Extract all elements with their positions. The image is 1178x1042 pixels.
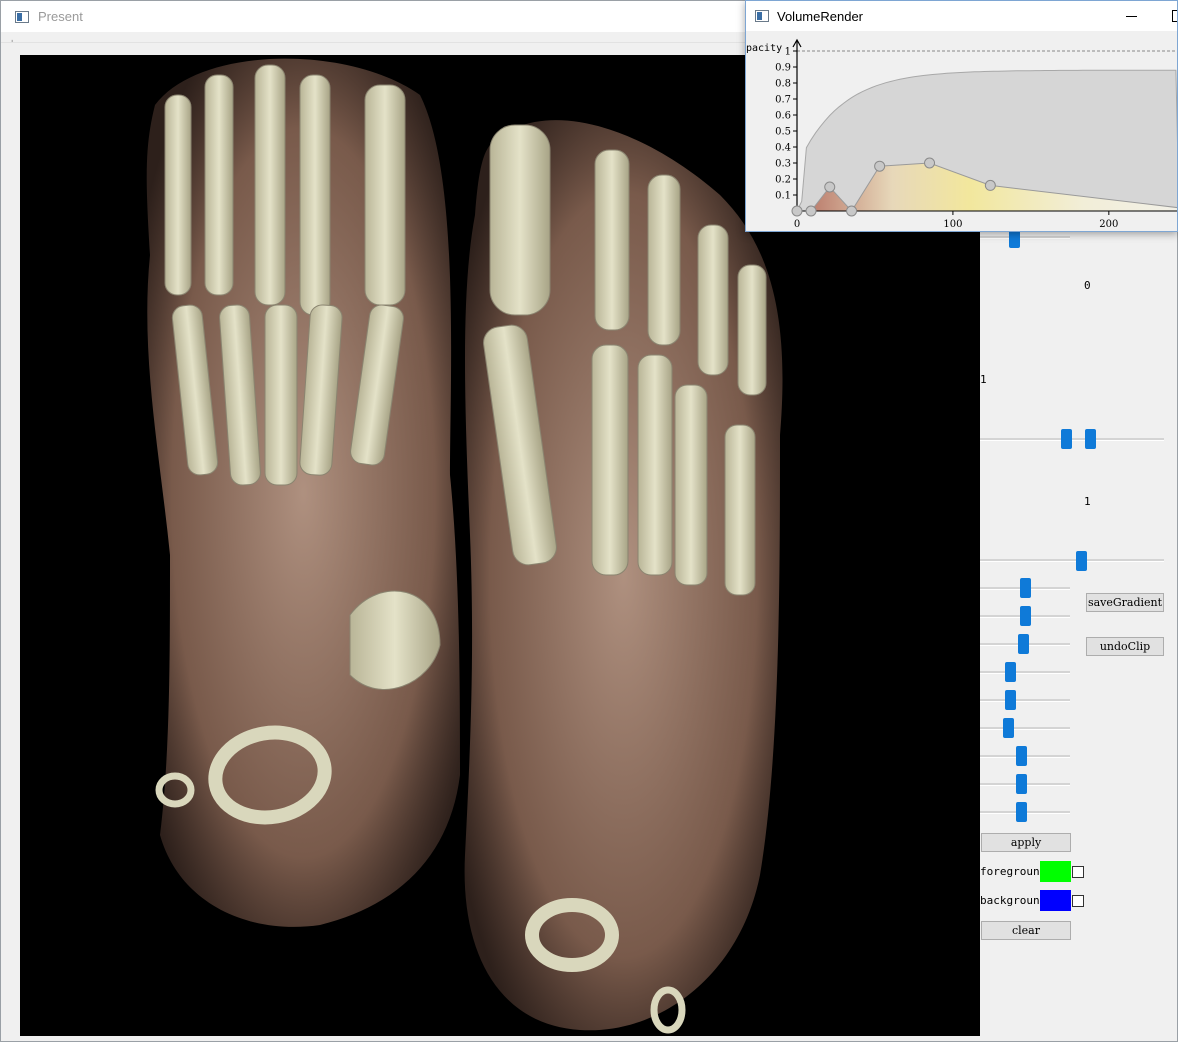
clip-slider-handle[interactable] [1016,746,1027,766]
window-icon [755,10,769,22]
clip-slider-handle[interactable] [1005,690,1016,710]
minimize-icon[interactable] [1126,10,1140,22]
range-slider-handle-low[interactable] [1061,429,1072,449]
clip-slider-handle[interactable] [1018,634,1029,654]
foreground-color-swatch[interactable] [1040,861,1071,882]
clip-slider-handle[interactable] [1020,606,1031,626]
control-point[interactable] [824,181,836,193]
undo-clip-button[interactable]: undoClip [1086,637,1164,656]
transfer-function-chart[interactable]: 0.1 0.2 0.3 0.4 0.5 0.6 0.7 0.8 0.9 1pacity 0 100 20… [746,31,1178,231]
clip-slider-track[interactable] [980,727,1070,730]
clip-slider-handle[interactable] [1003,718,1014,738]
x-tick-label: 200 [1099,219,1118,230]
menu-glyph: ˌ [11,34,14,43]
control-point[interactable] [846,205,858,217]
clip-slider-handle[interactable] [1016,802,1027,822]
slider-track-mid[interactable] [980,559,1164,562]
y-tick-label: 0.5 [775,127,791,138]
y-tick-label: 0.8 [775,79,791,90]
slider-handle-mid[interactable] [1076,551,1087,571]
background-label: background [980,894,1047,907]
value-label-mid: 1 [1084,495,1091,508]
control-point[interactable] [924,157,936,169]
foreground-label: foreground [980,865,1047,878]
y-tick-label: 0.2 [775,175,791,186]
y-tick-label: 0.7 [775,95,791,106]
background-color-swatch[interactable] [1040,890,1071,911]
clip-slider-handle[interactable] [1005,662,1016,682]
y-tick-label: 0.3 [775,159,791,170]
value-label-left: 1 [980,373,987,386]
apply-button[interactable]: apply [981,833,1071,852]
window-title: Present [38,9,83,24]
clip-slider-track[interactable] [980,671,1070,674]
control-point[interactable] [874,160,886,172]
foreground-checkbox[interactable] [1072,866,1084,878]
clip-slider-track[interactable] [980,699,1070,702]
window-title: VolumeRender [777,8,863,24]
control-point[interactable] [805,205,817,217]
x-tick-label: 0 [794,219,800,230]
clear-button[interactable]: clear [981,921,1071,940]
save-gradient-button[interactable]: saveGradient [1086,593,1164,612]
value-label-top: 0 [1084,279,1091,292]
background-checkbox[interactable] [1072,895,1084,907]
slider-track-top[interactable] [980,236,1070,239]
control-point[interactable] [984,179,996,191]
range-slider-handle-high[interactable] [1085,429,1096,449]
range-slider-track[interactable] [980,438,1164,441]
y-axis-label: pacity [746,43,782,54]
clip-slider-handle[interactable] [1020,578,1031,598]
control-point[interactable] [791,205,803,217]
volume-render-titlebar[interactable]: VolumeRender [746,1,1177,31]
y-tick-label: 0.4 [775,143,791,154]
window-icon [15,10,29,23]
clip-slider-handle[interactable] [1016,774,1027,794]
volume-render-window: VolumeRender 0.1 0.2 0.3 0.4 0.5 0.6 0.7 0.8 0.9… [745,0,1178,232]
y-tick-label: 0.6 [775,111,791,122]
maximize-icon[interactable] [1172,10,1177,22]
y-tick-label: 0.9 [775,63,791,74]
x-tick-label: 100 [943,219,962,230]
y-tick-label: 1 [785,47,791,58]
y-tick-label: 0.1 [775,191,791,202]
